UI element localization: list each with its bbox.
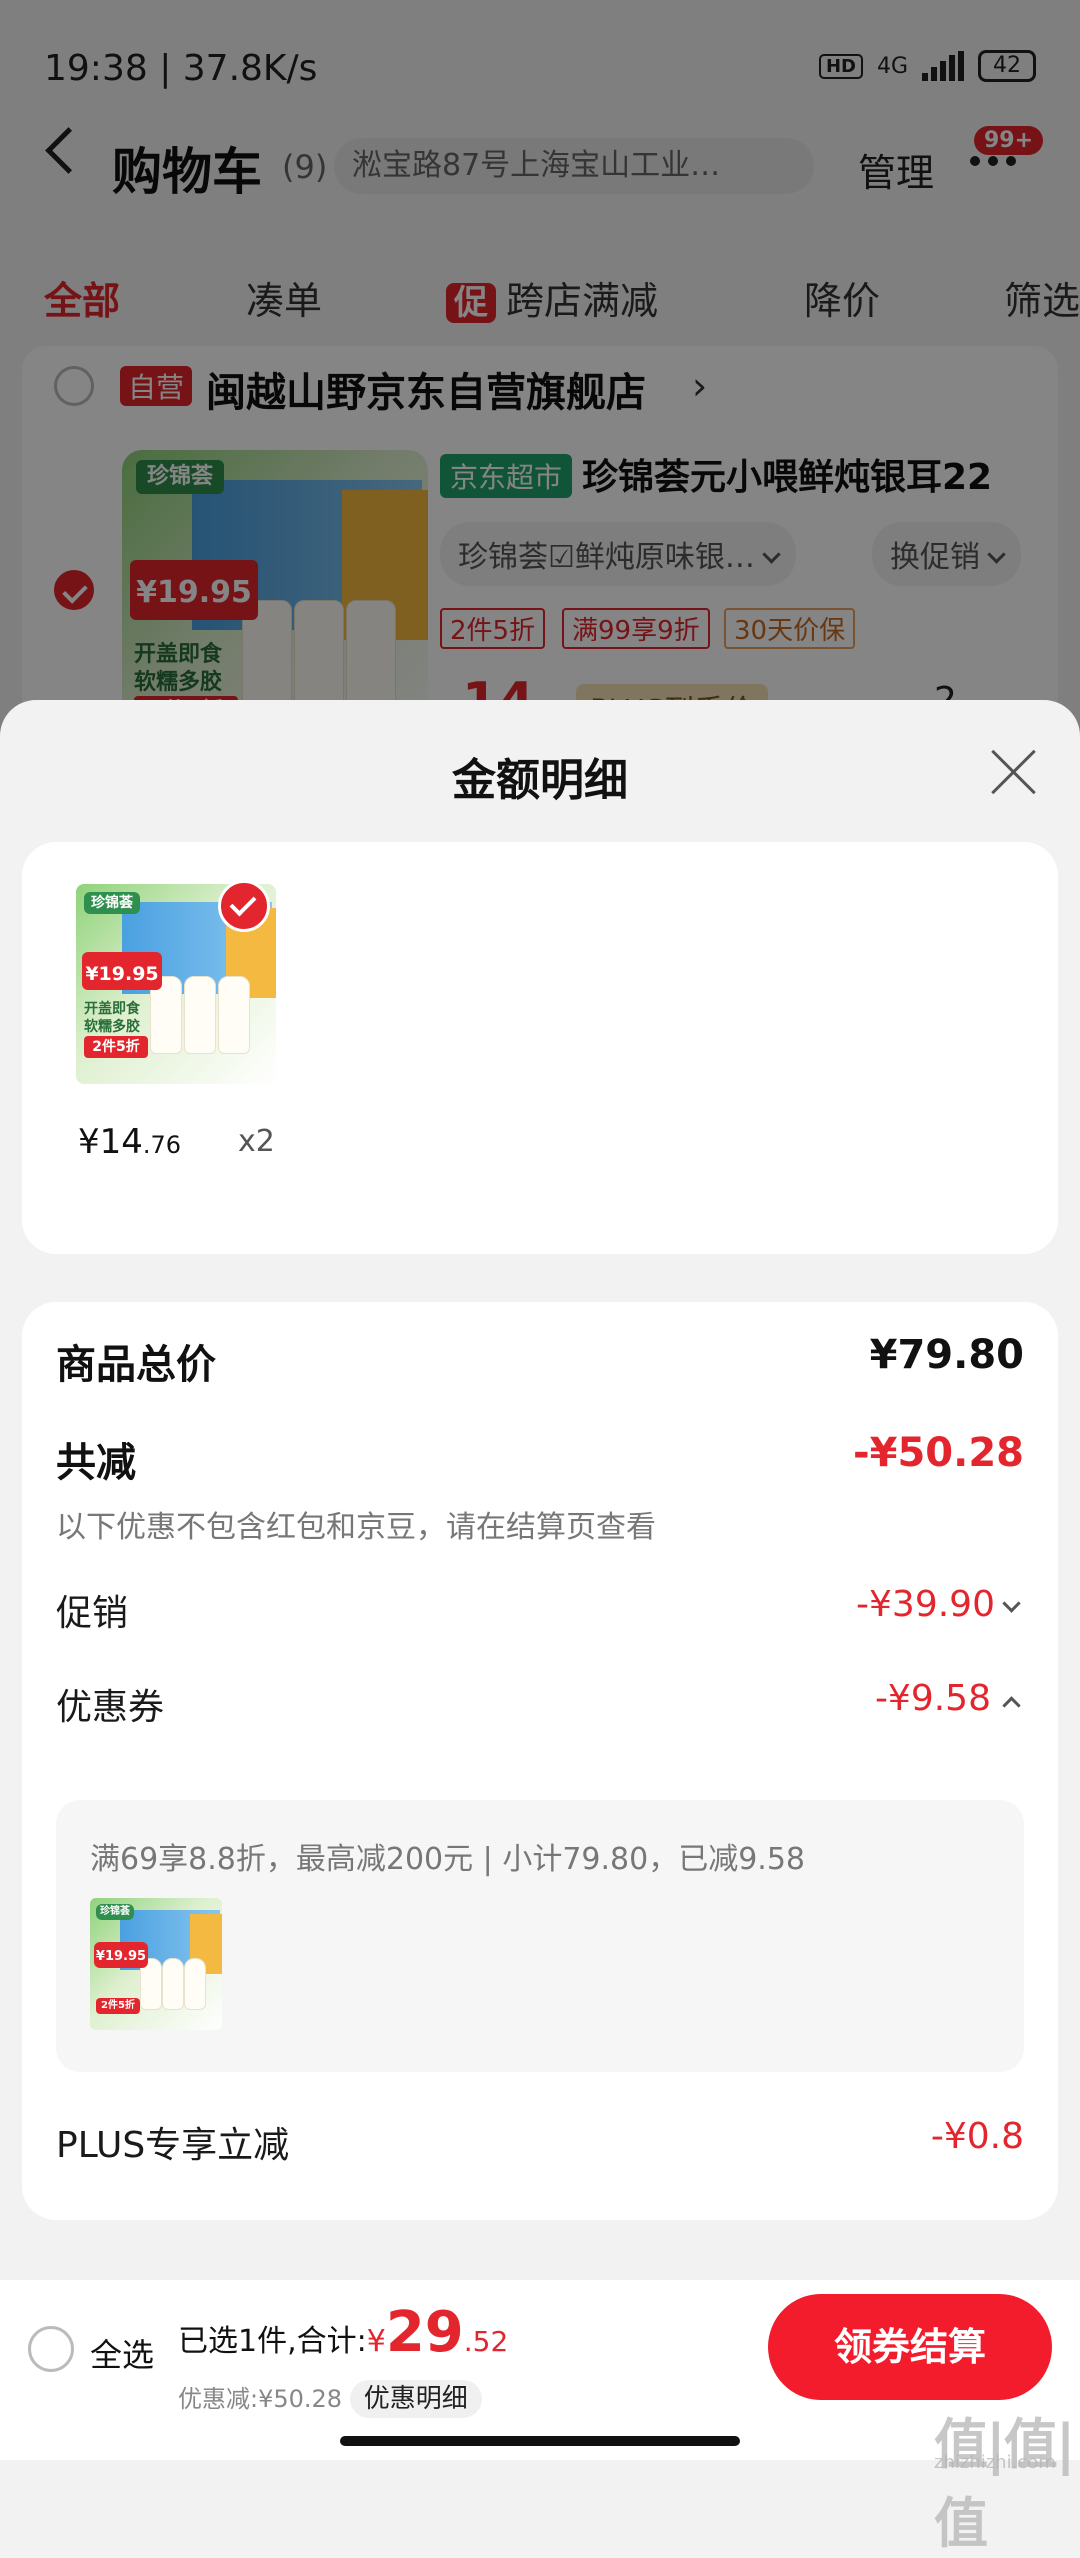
- coupon-detail-text: 满69享8.8折，最高减200元 | 小计79.80，已减9.58: [90, 1842, 806, 1877]
- brand-logo: 珍锦荟: [96, 1904, 134, 1920]
- chevron-up-icon: [1002, 1696, 1021, 1715]
- discount-detail-button[interactable]: 优惠明细: [349, 2380, 482, 2418]
- total-value: ¥79.80: [869, 1332, 1024, 1378]
- select-all-label[interactable]: 全选: [90, 2330, 154, 2376]
- image-promo: 2件5折: [84, 1036, 148, 1058]
- image-price: ¥19.95: [82, 952, 162, 990]
- summary-item-price: ¥14.76: [78, 1122, 181, 1162]
- reduce-value: -¥50.28: [853, 1430, 1024, 1476]
- total-currency: ¥: [366, 2324, 386, 2359]
- image-line1: 开盖即食: [84, 1001, 140, 1017]
- chevron-down-icon: [1002, 1594, 1021, 1613]
- discount-text: 优惠减:¥50.28: [178, 2385, 343, 2413]
- selected-check-icon: [218, 880, 270, 932]
- total-label: 商品总价: [56, 1342, 216, 1388]
- sheet-title: 金额明细: [452, 755, 628, 806]
- coupon-label: 优惠券: [56, 1687, 165, 1728]
- summary-item-qty: x2: [238, 1124, 275, 1159]
- checkout-bar: 全选 已选1件,合计:¥29.52 优惠减:¥50.28 优惠明细 领券结算 值…: [0, 2280, 1080, 2555]
- total-int: 29: [385, 2300, 464, 2365]
- coupon-value: -¥9.58: [874, 1678, 991, 1719]
- reduce-label: 共减: [56, 1440, 136, 1486]
- watermark-url: zhizhizhi.com: [934, 2452, 1056, 2473]
- brand-logo: 珍锦荟: [84, 892, 140, 914]
- select-all-checkbox[interactable]: [28, 2326, 74, 2372]
- reduce-note: 以下优惠不包含红包和京豆，请在结算页查看: [56, 1510, 656, 1545]
- promo-label: 促销: [56, 1593, 129, 1634]
- checkout-button[interactable]: 领券结算: [768, 2294, 1052, 2400]
- promo-value: -¥39.90: [856, 1584, 995, 1625]
- promo-row-toggle[interactable]: -¥39.90: [856, 1584, 1021, 1625]
- price-main: ¥14: [78, 1122, 143, 1162]
- discount-summary: 优惠减:¥50.28 优惠明细: [178, 2378, 482, 2418]
- total-summary: 已选1件,合计:¥29.52: [178, 2300, 508, 2365]
- coupon-detail-box: 满69享8.8折，最高减200元 | 小计79.80，已减9.58 珍锦荟 ¥1…: [56, 1800, 1024, 2072]
- close-icon[interactable]: [990, 748, 1036, 794]
- image-price: ¥19.95: [94, 1942, 148, 1968]
- price-breakdown-card-lower: 满69享8.8折，最高减200元 | 小计79.80，已减9.58 珍锦荟 ¥1…: [22, 1800, 1058, 2220]
- product-summary-card: 珍锦荟 ¥19.95 开盖即食 软糯多胶 2件5折 ¥14.76 x2: [22, 842, 1058, 1254]
- price-decimal: .76: [142, 1131, 182, 1159]
- image-line2: 软糯多胶: [84, 1019, 140, 1035]
- image-promo: 2件5折: [96, 1998, 140, 2014]
- coupon-row-toggle[interactable]: -¥9.58: [874, 1678, 1021, 1719]
- total-dec: .52: [463, 2325, 509, 2358]
- home-indicator[interactable]: [340, 2436, 740, 2446]
- plus-label: PLUS专享立减: [56, 2125, 290, 2166]
- amount-detail-sheet: 金额明细 珍锦荟 ¥19.95 开盖即食 软糯多胶 2件5折 ¥14.76 x2…: [0, 700, 1080, 2460]
- coupon-product-image: 珍锦荟 ¥19.95 2件5折: [90, 1898, 222, 2030]
- plus-value: -¥0.8: [930, 2116, 1024, 2157]
- watermark-logo: 值|值|值: [934, 2413, 1075, 2555]
- selected-prefix: 已选1件,合计:: [178, 2324, 367, 2359]
